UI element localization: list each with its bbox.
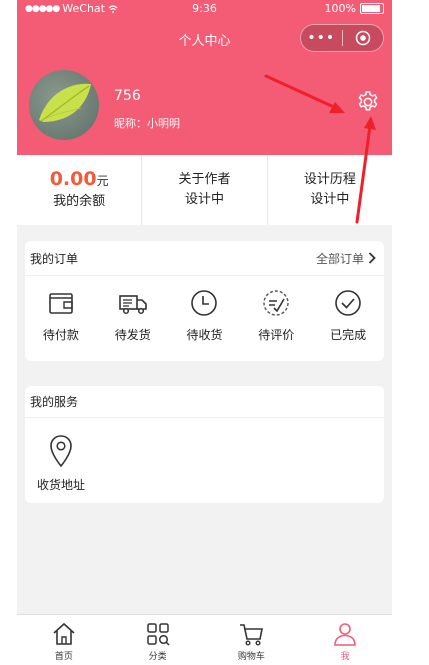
battery-icon (360, 3, 384, 14)
avatar[interactable] (29, 70, 99, 140)
chevron-right-icon (368, 252, 376, 264)
balance-value: 0.00 (49, 167, 97, 190)
phone-screen: ●●●●● WeChat 9:36 100% 个人中心 ••• 756 昵称：小… (17, 0, 392, 665)
balance-stat[interactable]: 0.00元 我的余额 (17, 155, 143, 225)
gear-icon (358, 91, 378, 111)
user-icon (334, 623, 356, 646)
truck-icon (118, 295, 147, 315)
services-title: 我的服务 (30, 395, 79, 409)
about-author-status: 设计中 (184, 192, 224, 207)
wallet-icon (49, 293, 73, 314)
balance-unit: 元 (96, 173, 109, 188)
bottom-tab-bar: 首页 分类 购物车 我 (17, 614, 392, 665)
all-orders-label: 全部订单 (315, 251, 364, 266)
username: 756 (114, 88, 141, 104)
design-history-status: 设计中 (310, 192, 350, 207)
category-icon (146, 623, 170, 646)
services-header: 我的服务 (25, 386, 384, 418)
target-close-icon (355, 30, 370, 46)
pending-payment-label: 待付款 (42, 328, 79, 342)
orders-header: 我的订单 全部订单 (25, 241, 384, 276)
order-status-row: 待付款 待发货 待收货 待评价 已完成 (25, 276, 384, 343)
design-history-stat[interactable]: 设计历程 设计中 (268, 155, 392, 225)
status-bar: ●●●●● WeChat 9:36 100% (17, 0, 392, 18)
completed-label: 已完成 (330, 328, 367, 342)
location-pin-icon (50, 435, 72, 468)
mini-program-capsule: ••• (300, 24, 384, 52)
pending-review-label: 待评价 (258, 328, 295, 342)
review-icon (263, 290, 289, 316)
more-button[interactable]: ••• (301, 25, 342, 51)
orders-card: 我的订单 全部订单 待付款 待发货 待收货 待评价 已完成 (25, 241, 384, 361)
pending-shipment-label: 待发货 (114, 328, 151, 342)
all-orders-link[interactable]: 全部订单 (316, 250, 376, 267)
shipping-address-item[interactable]: 收货地址 (25, 418, 97, 493)
pending-receipt-item[interactable]: 待收货 (169, 276, 241, 343)
tab-me-label: 我 (340, 652, 350, 662)
tab-category[interactable]: 分类 (111, 615, 205, 665)
balance-label: 我的余额 (53, 193, 106, 209)
profile-header: ●●●●● WeChat 9:36 100% 个人中心 ••• 756 昵称：小… (17, 0, 392, 155)
cart-icon (240, 624, 264, 646)
pending-payment-item[interactable]: 待付款 (25, 276, 97, 343)
about-author-stat[interactable]: 关于作者 设计中 (142, 155, 268, 225)
close-button[interactable] (343, 30, 384, 46)
pending-receipt-label: 待收货 (186, 328, 223, 342)
tab-category-label: 分类 (148, 652, 167, 662)
balance-amount: 0.00元 (50, 169, 109, 192)
services-card: 我的服务 收货地址 (25, 386, 384, 503)
pending-review-item[interactable]: 待评价 (240, 276, 312, 343)
battery-status: 100% (325, 2, 384, 15)
home-icon (53, 622, 75, 645)
completed-item[interactable]: 已完成 (312, 276, 384, 343)
tab-home-label: 首页 (54, 652, 73, 662)
shipping-address-label: 收货地址 (36, 478, 85, 492)
clock-icon (191, 290, 218, 316)
orders-title: 我的订单 (30, 251, 79, 266)
tab-home[interactable]: 首页 (17, 615, 111, 665)
services-row: 收货地址 (25, 418, 384, 493)
check-circle-icon (335, 290, 361, 316)
tab-cart[interactable]: 购物车 (205, 615, 299, 665)
settings-gear-button[interactable] (356, 90, 380, 114)
tab-cart-label: 购物车 (237, 652, 265, 662)
pending-shipment-item[interactable]: 待发货 (97, 276, 169, 343)
design-history-title: 设计历程 (303, 172, 356, 187)
tab-me[interactable]: 我 (298, 615, 392, 665)
battery-percent: 100% (324, 2, 356, 15)
stats-bar: 0.00元 我的余额 关于作者 设计中 设计历程 设计中 (17, 155, 392, 225)
about-author-title: 关于作者 (178, 172, 231, 187)
nickname: 昵称：小明明 (114, 117, 180, 130)
leaf-image (39, 83, 91, 122)
